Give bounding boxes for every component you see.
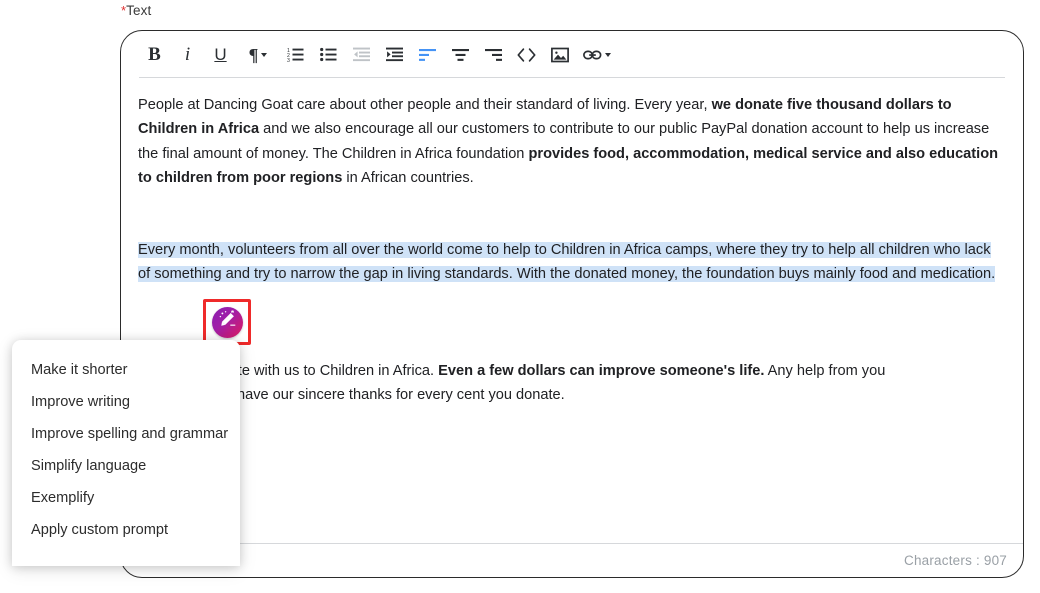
numbered-list-icon: 1 2 3 bbox=[287, 47, 304, 62]
paragraph-format-dropdown[interactable]: ¶ bbox=[238, 40, 278, 70]
numbered-list-button[interactable]: 1 2 3 bbox=[280, 40, 311, 70]
menu-item-label: Simplify language bbox=[31, 458, 146, 474]
italic-button[interactable]: i bbox=[172, 40, 203, 70]
editor-page: *Text B i U ¶ 1 2 bbox=[0, 0, 1040, 593]
menu-item-label: Improve spelling and grammar bbox=[31, 426, 228, 442]
menu-item-improve-writing[interactable]: Improve writing bbox=[12, 386, 240, 418]
text-run: Any help from you bbox=[764, 363, 885, 379]
paragraph-icon: ¶ bbox=[249, 46, 259, 64]
menu-item-label: Apply custom prompt bbox=[31, 522, 168, 538]
underline-icon: U bbox=[214, 46, 226, 63]
increase-indent-button[interactable] bbox=[379, 40, 410, 70]
align-right-button[interactable] bbox=[478, 40, 509, 70]
menu-item-apply-custom-prompt[interactable]: Apply custom prompt bbox=[12, 514, 240, 546]
paragraph-1: People at Dancing Goat care about other … bbox=[138, 93, 1003, 190]
italic-icon: i bbox=[185, 45, 190, 64]
increase-indent-icon bbox=[386, 47, 403, 62]
decrease-indent-icon bbox=[353, 47, 370, 62]
insert-link-dropdown[interactable] bbox=[577, 40, 617, 70]
bulleted-list-icon bbox=[320, 47, 337, 62]
link-icon bbox=[583, 48, 602, 62]
paragraph-spacer bbox=[138, 214, 1003, 238]
chevron-down-icon bbox=[605, 53, 611, 57]
field-label-text: Text bbox=[126, 3, 151, 18]
svg-text:3: 3 bbox=[287, 58, 290, 62]
editor-toolbar: B i U ¶ 1 2 3 bbox=[121, 31, 1023, 78]
field-label: *Text bbox=[121, 3, 151, 18]
paragraph-2-selected: Every month, volunteers from all over th… bbox=[138, 238, 1003, 287]
bold-button[interactable]: B bbox=[139, 40, 170, 70]
ai-assist-button[interactable] bbox=[212, 307, 243, 338]
menu-item-simplify-language[interactable]: Simplify language bbox=[12, 450, 240, 482]
underline-button[interactable]: U bbox=[205, 40, 236, 70]
align-center-button[interactable] bbox=[445, 40, 476, 70]
image-icon bbox=[551, 47, 569, 63]
align-left-button[interactable] bbox=[412, 40, 443, 70]
code-icon bbox=[517, 48, 536, 62]
bold-icon: B bbox=[148, 45, 161, 64]
paragraph-3: world and donate with us to Children in … bbox=[138, 359, 1003, 383]
menu-item-exemplify[interactable]: Exemplify bbox=[12, 482, 240, 514]
menu-item-label: Make it shorter bbox=[31, 362, 128, 378]
menu-item-make-it-shorter[interactable]: Make it shorter bbox=[12, 354, 240, 386]
align-right-icon bbox=[485, 48, 502, 62]
character-count: Characters : 907 bbox=[904, 553, 1007, 568]
decrease-indent-button[interactable] bbox=[346, 40, 377, 70]
ai-actions-menu: Make it shorter Improve writing Improve … bbox=[12, 340, 240, 566]
ai-assist-highlight bbox=[203, 299, 251, 345]
text-run: People at Dancing Goat care about other … bbox=[138, 97, 712, 113]
paragraph-3-line-2: ciated and you have our sincere thanks f… bbox=[138, 383, 1003, 407]
insert-image-button[interactable] bbox=[544, 40, 575, 70]
text-run-bold: Even a few dollars can improve someone's… bbox=[438, 363, 764, 379]
menu-item-label: Improve writing bbox=[31, 394, 130, 410]
menu-item-label: Exemplify bbox=[31, 490, 94, 506]
editor-footer: Characters : 907 bbox=[121, 543, 1023, 577]
menu-item-improve-spelling-and-grammar[interactable]: Improve spelling and grammar bbox=[12, 418, 240, 450]
align-center-icon bbox=[452, 48, 469, 62]
bulleted-list-button[interactable] bbox=[313, 40, 344, 70]
selected-text: Every month, volunteers from all over th… bbox=[138, 242, 995, 282]
source-code-button[interactable] bbox=[511, 40, 542, 70]
paragraph-spacer bbox=[138, 190, 1003, 214]
text-run: in African countries. bbox=[342, 170, 473, 186]
chevron-down-icon bbox=[261, 53, 267, 57]
align-left-icon bbox=[419, 48, 436, 62]
magic-wand-icon bbox=[218, 310, 237, 334]
